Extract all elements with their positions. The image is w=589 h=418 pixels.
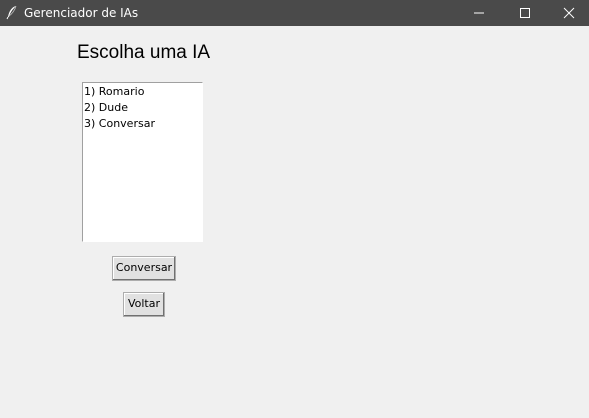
maximize-icon <box>520 8 530 18</box>
page-title: Escolha uma IA <box>77 42 211 63</box>
list-item-conversar[interactable]: 3) Conversar <box>84 116 155 132</box>
title-bar[interactable]: Gerenciador de IAs <box>0 0 589 26</box>
window-title: Gerenciador de IAs <box>24 6 139 20</box>
close-icon <box>563 7 575 19</box>
conversar-button[interactable]: Conversar <box>112 256 176 281</box>
app-window: Gerenciador de IAs Escolha uma IA 1) Rom… <box>0 0 589 418</box>
list-item-romario[interactable]: 1) Romario <box>84 84 144 100</box>
list-item-dude[interactable]: 2) Dude <box>84 100 128 116</box>
maximize-button[interactable] <box>502 0 548 26</box>
minimize-button[interactable] <box>456 0 502 26</box>
feather-icon <box>4 4 20 20</box>
voltar-button[interactable]: Voltar <box>123 292 165 317</box>
close-button[interactable] <box>548 0 589 26</box>
minimize-icon <box>474 12 484 14</box>
ia-listbox[interactable]: 1) Romario 2) Dude 3) Conversar <box>82 82 203 242</box>
